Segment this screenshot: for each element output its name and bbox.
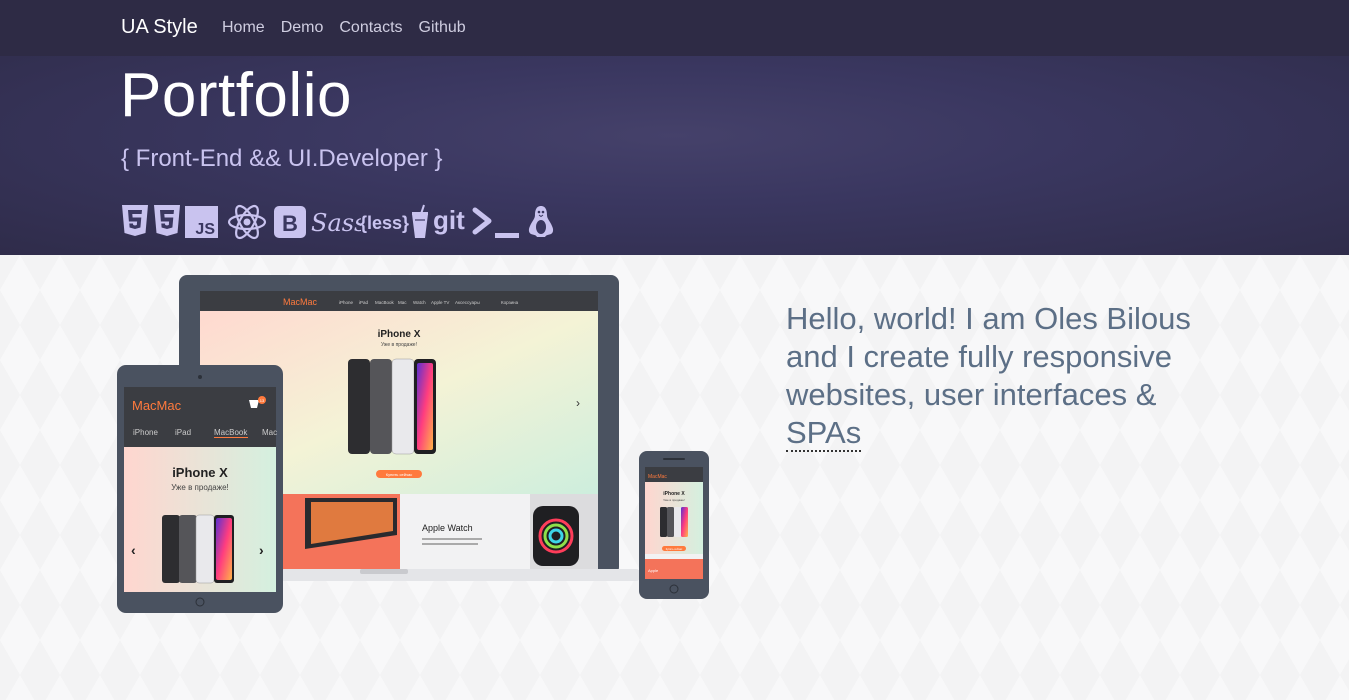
- spa-abbreviation[interactable]: SPAs: [786, 415, 862, 452]
- intro-text-body: Hello, world! I am Oles Bilous and I cre…: [786, 301, 1191, 412]
- git-icon: git: [433, 205, 465, 235]
- gulp-icon: [412, 204, 428, 238]
- laptop-product-title: Apple Watch: [422, 523, 473, 533]
- intro-text: Hello, world! I am Oles Bilous and I cre…: [786, 300, 1226, 452]
- phone-hero-title: iPhone X: [663, 491, 685, 497]
- laptop-logo: MacMac: [283, 297, 318, 307]
- tablet-menu-mac: Mac: [262, 428, 277, 437]
- laptop-menu-mac: Mac: [398, 300, 407, 305]
- terminal-icon: [472, 207, 519, 238]
- nav-link-contacts[interactable]: Contacts: [339, 19, 402, 37]
- navbar: UA Style Home Demo Contacts Github: [0, 0, 1349, 56]
- sass-label: Sass: [311, 209, 361, 237]
- tablet-logo: MacMac: [132, 398, 182, 413]
- nav-link-home[interactable]: Home: [222, 19, 265, 37]
- laptop-hero-title: iPhone X: [378, 329, 421, 340]
- bootstrap-label: B: [282, 211, 298, 236]
- bootstrap-icon: B: [274, 206, 306, 238]
- react-icon: [227, 204, 267, 240]
- tablet-prev-arrow: ‹: [131, 542, 136, 558]
- page-subtitle: { Front-End && UI.Developer }: [121, 145, 443, 172]
- phone-logo: MacMac: [648, 474, 667, 480]
- laptop-menu-watch: Watch: [413, 300, 426, 305]
- page-title: Portfolio: [120, 61, 352, 130]
- phone-hero-subtitle: Уже в продаже!: [663, 498, 685, 502]
- laptop-menu-iphone: iPhone: [339, 300, 354, 305]
- laptop-next-arrow: ›: [576, 396, 580, 410]
- less-icon: {less}: [360, 213, 409, 233]
- main-content: MacMac iPhone iPad MacBook Mac Watch App…: [0, 255, 1349, 700]
- laptop-cart: Корзина: [501, 300, 519, 305]
- hero-banner: Portfolio { Front-End && UI.Developer } …: [0, 56, 1349, 255]
- laptop-menu-apple-tv: Apple TV: [431, 300, 449, 305]
- javascript-label: JS: [195, 221, 215, 238]
- css3-icon: [154, 205, 180, 236]
- tablet-menu-iphone: iPhone: [133, 428, 158, 437]
- tablet-menu-ipad: iPad: [175, 428, 191, 437]
- nav-link-github[interactable]: Github: [419, 19, 466, 37]
- html5-icon: [122, 205, 148, 236]
- phone-product-title: Apple: [648, 568, 659, 573]
- nav-links: Home Demo Contacts Github: [222, 19, 466, 37]
- laptop-menu-ipad: iPad: [359, 300, 369, 305]
- tablet-hero-subtitle: Уже в продаже!: [171, 483, 229, 492]
- tablet-next-arrow: ›: [259, 542, 264, 558]
- nav-link-demo[interactable]: Demo: [281, 19, 324, 37]
- laptop-hero-subtitle: Уже в продаже!: [381, 342, 417, 348]
- tablet-menu-macbook: MacBook: [214, 428, 248, 437]
- sass-icon: Sass: [311, 209, 361, 237]
- phone-mockup: MacMac iPhone X Уже в продаже! Купить се…: [639, 451, 709, 599]
- tablet-hero-title: iPhone X: [172, 465, 228, 480]
- tablet-mockup: MacMac 13 iPhone iPad MacBook Mac iPhone…: [117, 365, 283, 613]
- laptop-menu-macbook: MacBook: [375, 300, 395, 305]
- laptop-cta: Купить сейчас: [386, 472, 413, 477]
- phone-cta: Купить сейчас: [666, 548, 683, 551]
- git-label: git: [433, 205, 465, 235]
- laptop-menu-accessories: Аксессуары: [455, 300, 480, 305]
- tablet-cart-badge: 13: [260, 398, 265, 403]
- brand-link[interactable]: UA Style: [121, 16, 198, 39]
- javascript-icon: JS: [185, 206, 218, 238]
- devices-mockup-image: MacMac iPhone iPad MacBook Mac Watch App…: [117, 275, 709, 613]
- linux-icon: [528, 206, 554, 237]
- less-label: {less}: [360, 213, 409, 233]
